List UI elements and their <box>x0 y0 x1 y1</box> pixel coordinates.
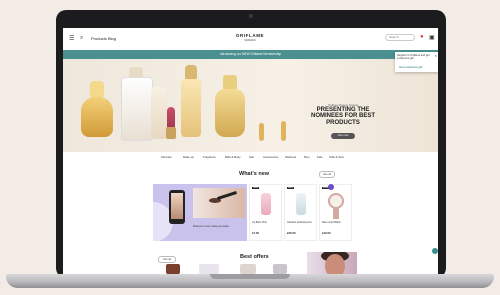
new-badge: NEW <box>287 187 295 189</box>
phone-screen <box>171 193 183 219</box>
search-input[interactable]: Search <box>385 34 415 41</box>
category-item[interactable]: Hair <box>249 155 254 159</box>
laptop-notch <box>210 274 290 279</box>
serum-tube <box>151 87 167 139</box>
user-icon[interactable]: ● <box>420 34 424 40</box>
product-name: Rose Gold Watch <box>322 221 341 224</box>
face-closeup <box>193 188 245 218</box>
model-image[interactable] <box>307 252 357 274</box>
category-item[interactable]: Fragrance <box>203 155 216 159</box>
popup-text: Register to Oriflame and get a welcome g… <box>397 54 430 60</box>
promo-bar[interactable]: Introducing our NEW Oriflame Membership <box>63 50 438 59</box>
product-price: £19.00 <box>322 231 331 235</box>
product-name: Lip Balm Pink <box>252 221 267 224</box>
close-icon[interactable]: × <box>435 53 437 58</box>
logo[interactable]: ORIFLAME <box>233 33 267 38</box>
nav-products[interactable]: Products <box>91 36 107 41</box>
lipstick-base <box>166 127 176 139</box>
perfume-bottle <box>81 97 113 137</box>
new-badge: NEW <box>252 187 260 189</box>
camera <box>249 14 253 18</box>
category-item[interactable]: Make-up <box>183 155 194 159</box>
top-navbar: ☰ ⌕ Products Blog ORIFLAME SWEDEN Search… <box>63 28 438 51</box>
see-all-button[interactable]: See all <box>319 171 335 178</box>
offer-image[interactable] <box>199 264 219 274</box>
bag-icon[interactable]: ▣ <box>429 34 435 41</box>
gold-perfume-bottle <box>215 89 245 137</box>
promo-card[interactable]: Discover new make-up looks <box>153 184 247 241</box>
best-offers-title: Best offers <box>240 254 269 260</box>
product-image <box>261 193 271 215</box>
chat-icon[interactable] <box>432 248 438 254</box>
product-card[interactable]: NEW Giordani Gold Essenza £25.00 <box>284 184 317 241</box>
ampoule <box>259 123 264 141</box>
screen: ☰ ⌕ Products Blog ORIFLAME SWEDEN Search… <box>63 28 438 274</box>
welcome-popup: × Register to Oriflame and get a welcome… <box>395 52 438 72</box>
hero-banner[interactable]: Oriflame Beauty Awards PRESENTING THE NO… <box>63 59 438 152</box>
cream-bottle <box>121 77 153 141</box>
hero-button[interactable]: Vote now <box>331 133 355 139</box>
popup-link[interactable]: Get a welcome gift <box>399 65 422 69</box>
offer-image[interactable] <box>166 264 180 274</box>
hamburger-icon[interactable]: ☰ <box>69 35 74 42</box>
ampoule <box>281 121 286 141</box>
product-card[interactable]: NEW Rose Gold Watch £19.00 <box>319 184 352 241</box>
hero-title: PRESENTING THE NOMINEES FOR BEST PRODUCT… <box>310 107 375 126</box>
category-item[interactable]: Bath & Body <box>225 155 241 159</box>
model-face <box>325 254 345 274</box>
whats-new-title: What's new <box>239 171 270 177</box>
logo-subtitle: SWEDEN <box>244 39 256 42</box>
search-icon[interactable]: ⌕ <box>80 35 83 42</box>
category-bar: Skincare Make-up Fragrance Bath & Body H… <box>63 155 438 162</box>
offer-image[interactable] <box>240 264 256 274</box>
promo-card-text: Discover new make-up looks <box>193 224 229 228</box>
product-price: £25.00 <box>287 231 296 235</box>
product-name: Giordani Gold Essenza <box>287 221 312 224</box>
product-price: £7.00 <box>252 231 259 235</box>
category-item[interactable]: Gifts & Sets <box>329 155 344 159</box>
category-item[interactable]: Skincare <box>161 155 172 159</box>
product-card[interactable]: NEW Lip Balm Pink £7.00 <box>249 184 282 241</box>
category-item[interactable]: Kids <box>317 155 322 159</box>
category-item[interactable]: Men <box>304 155 309 159</box>
watch-band <box>333 207 339 219</box>
nav-blog[interactable]: Blog <box>108 36 116 41</box>
offers-see-all-button[interactable]: See all <box>158 256 176 263</box>
offer-image[interactable] <box>273 264 287 274</box>
category-item[interactable]: Wellness <box>285 155 296 159</box>
oil-bottle <box>181 79 201 137</box>
product-image <box>296 193 306 215</box>
wishlist-icon[interactable] <box>328 184 334 190</box>
category-item[interactable]: Accessories <box>263 155 278 159</box>
